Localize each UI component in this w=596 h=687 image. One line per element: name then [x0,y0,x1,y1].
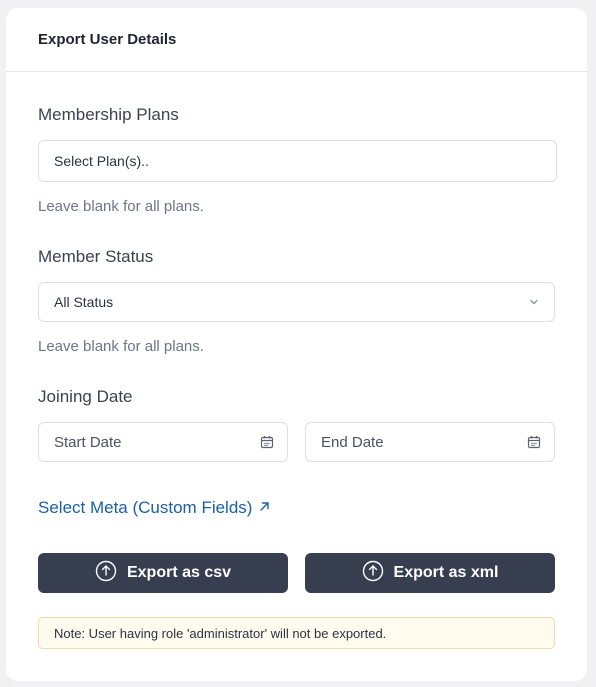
card-header: Export User Details [6,8,587,72]
start-date-input[interactable]: Start Date [38,422,288,462]
membership-plans-select[interactable]: Select Plan(s).. [38,140,557,182]
external-arrow-icon [258,498,271,518]
admin-note-text: Note: User having role 'administrator' w… [54,625,387,641]
export-card: Export User Details Membership Plans Sel… [6,8,587,681]
member-status-hint: Leave blank for all plans. [38,338,204,355]
calendar-icon [514,435,554,449]
membership-plans-placeholder: Select Plan(s).. [54,153,149,169]
joining-date-label: Joining Date [38,387,133,406]
export-csv-label: Export as csv [126,564,232,581]
membership-plans-label: Membership Plans [38,105,179,124]
card-title: Export User Details [38,31,177,48]
export-xml-button[interactable]: Export as xml [305,553,555,593]
membership-plans-hint: Leave blank for all plans. [38,198,204,215]
upload-icon [95,560,117,587]
upload-icon [362,560,384,587]
chevron-down-icon [514,296,554,308]
calendar-icon [247,435,287,449]
member-status-select[interactable]: All Status [38,282,555,322]
member-status-value: All Status [54,294,114,310]
select-meta-link[interactable]: Select Meta (Custom Fields) [38,498,271,518]
export-csv-button[interactable]: Export as csv [38,553,288,593]
start-date-placeholder: Start Date [54,433,122,451]
member-status-label: Member Status [38,247,154,266]
end-date-input[interactable]: End Date [305,422,555,462]
end-date-placeholder: End Date [321,433,384,451]
export-xml-label: Export as xml [393,564,499,581]
admin-note: Note: User having role 'administrator' w… [38,617,555,649]
select-meta-label: Select Meta (Custom Fields) [38,498,253,517]
